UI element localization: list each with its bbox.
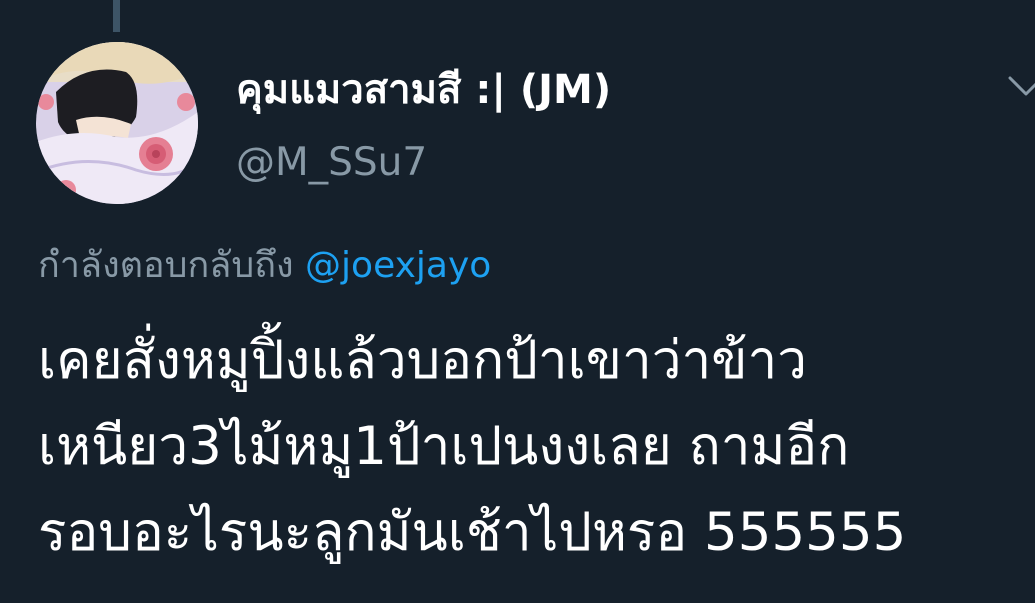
reply-context-prefix: กำลังตอบกลับถึง (38, 245, 294, 286)
author-display-name[interactable]: คุมแมวสามสี :| (JM) (236, 66, 611, 114)
avatar-image (36, 42, 198, 204)
thread-connector-line (113, 0, 120, 32)
reply-context: กำลังตอบกลับถึง @joexjayo (38, 243, 491, 289)
tweet-text-line-3: รอบอะไรนะลูกมันเช้าไปหรอ 555555 (38, 502, 907, 563)
chevron-down-icon[interactable] (1006, 72, 1035, 102)
tweet-text-line-2: เหนียว3ไม้หมู1ป้าเปนงงเลย ถามอีก (38, 416, 850, 477)
tweet-text: เคยสั่งหมูปิ้งแล้วบอกป้าเขาว่าข้าว เหนีย… (38, 318, 1035, 576)
avatar[interactable] (36, 42, 198, 204)
tweet-text-line-1: เคยสั่งหมูปิ้งแล้วบอกป้าเขาว่าข้าว (38, 330, 807, 391)
author-handle[interactable]: @M_SSu7 (236, 140, 427, 186)
reply-mention-link[interactable]: @joexjayo (305, 245, 491, 286)
